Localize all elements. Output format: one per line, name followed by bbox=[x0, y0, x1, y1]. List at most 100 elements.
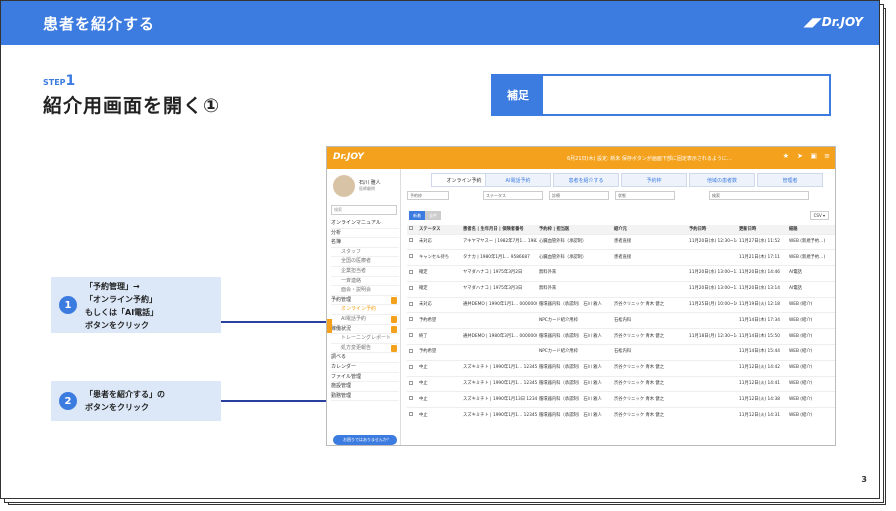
app-logo: Dr.JOY bbox=[333, 152, 364, 162]
sidebar-item[interactable]: 企業担当者 bbox=[331, 267, 399, 277]
table-cell: 通井DEMO | 1980年3月1… 000000001 bbox=[461, 328, 537, 345]
sidebar-item[interactable]: 予約管理 bbox=[331, 296, 399, 306]
filter-field[interactable]: 検索 bbox=[709, 191, 809, 200]
row-checkbox[interactable] bbox=[407, 249, 417, 266]
sidebar-toggle[interactable] bbox=[327, 319, 332, 333]
help-button[interactable]: お困りではありませんか？ bbox=[333, 435, 397, 445]
table-row[interactable]: 中止スズキミチト | 1990年1月1… 12345678循環器内科（承認制） … bbox=[407, 359, 835, 377]
filter-bar: 予約枠 ステータス 診療 状態 検索 bbox=[403, 191, 835, 200]
sidebar-item[interactable]: 面会・説明会 bbox=[331, 286, 399, 296]
callout-1-line: 「予約管理」→ bbox=[85, 282, 140, 291]
sidebar-item-label: 施設管理 bbox=[331, 383, 352, 390]
avatar bbox=[333, 175, 355, 197]
table-row[interactable]: キャンセル待ち タナカ | 1980年1月1… 9586687 心臓血管外科（承認制… bbox=[407, 249, 835, 266]
row-checkbox[interactable] bbox=[407, 344, 417, 361]
row-checkbox[interactable] bbox=[407, 265, 417, 282]
table-row[interactable]: 未対応アキヤマヤスー | 1982年7月1… 19820723心臓血管外科（承認… bbox=[407, 233, 835, 250]
main-panel: オンライン予約 AI電話予約 患者を紹介する 予約枠 他域の患者数 管理者 予約枠 ステータ… bbox=[403, 169, 835, 445]
column-header[interactable]: 経路 bbox=[787, 225, 835, 234]
sidebar-search-input[interactable]: 検索 bbox=[331, 205, 397, 215]
table-cell: スズキミチト | 1990年1月1… 12345678 bbox=[461, 375, 537, 392]
table-cell: ヤマダハナコ | 1975年3月3日 bbox=[461, 280, 537, 298]
star-icon[interactable]: ★ bbox=[783, 152, 789, 160]
sidebar-item[interactable]: 一斉連絡 bbox=[331, 277, 399, 287]
sidebar-item[interactable]: スタッフ bbox=[331, 248, 399, 258]
column-header[interactable]: 予約枠 | 担当医 bbox=[537, 225, 612, 234]
tab-all[interactable]: 全件 bbox=[425, 211, 441, 220]
filter-field[interactable]: 診療 bbox=[549, 191, 609, 200]
sidebar: 石川 雅人 医師顧問 検索 オンラインマニュアル 分析 名簿スタッフ 全国の医療者 企業… bbox=[327, 169, 401, 445]
sidebar-item-label: 企業担当者 bbox=[341, 267, 367, 274]
window-icon[interactable]: ▣ bbox=[810, 152, 817, 160]
tab-1[interactable]: AI電話予約 bbox=[485, 173, 551, 187]
table-cell: 11月27日(水) 11:52 bbox=[737, 233, 787, 250]
column-header[interactable]: 予約日時 bbox=[687, 225, 737, 234]
sidebar-item[interactable]: 勤務管理 bbox=[331, 392, 399, 402]
reservation-table: ステータス 患者名 | 生年月日 | 保険者番号 予約枠 | 担当医 紹介元 予約日時更… bbox=[407, 225, 835, 424]
table-row[interactable]: 確定 ヤマダハナコ | 1975年3月3日 無料外来 11月20日(水) 13:00~… bbox=[407, 280, 835, 298]
sidebar-item-label: オンライン予約 bbox=[341, 306, 377, 313]
sidebar-menu: オンラインマニュアル 分析 名簿スタッフ 全国の医療者 企業担当者一斉連絡 面会・説明会予… bbox=[331, 219, 399, 402]
row-checkbox[interactable] bbox=[407, 375, 417, 392]
sidebar-item-label: 名簿 bbox=[331, 239, 342, 246]
column-header[interactable]: 更新日時 bbox=[737, 225, 787, 234]
table-cell: WEB (紹介) bbox=[787, 296, 835, 313]
sidebar-item[interactable]: オンライン予約 bbox=[331, 305, 399, 315]
row-checkbox[interactable] bbox=[407, 233, 417, 250]
sidebar-item[interactable]: AI電話予約 bbox=[331, 315, 399, 325]
table-cell: WEB (紹介) bbox=[787, 359, 835, 377]
tab-2[interactable]: 患者を紹介する bbox=[553, 173, 619, 187]
sidebar-item[interactable]: 分析 bbox=[331, 229, 399, 239]
table-cell: 石松内科 bbox=[612, 312, 687, 329]
tab-new[interactable]: 新着 bbox=[409, 211, 425, 220]
row-checkbox[interactable] bbox=[407, 407, 417, 424]
hamburger-icon[interactable]: ≡ bbox=[824, 152, 830, 160]
filter-field[interactable]: 状態 bbox=[615, 191, 675, 200]
filter-field[interactable]: 予約枠 bbox=[407, 191, 449, 200]
sidebar-item[interactable]: 全国の医療者 bbox=[331, 257, 399, 267]
select-all-checkbox[interactable] bbox=[407, 225, 417, 234]
table-row[interactable]: 中止スズキミチト | 1990年1月1… 12345678循環器内科（承認制） … bbox=[407, 407, 835, 424]
column-header[interactable]: 患者名 | 生年月日 | 保険者番号 bbox=[461, 225, 537, 234]
sidebar-item[interactable]: トレーニングレポート bbox=[331, 334, 399, 344]
filter-field[interactable]: ステータス bbox=[483, 191, 543, 200]
user-profile[interactable]: 石川 雅人 医師顧問 bbox=[333, 175, 395, 205]
sidebar-item[interactable]: 施設管理 bbox=[331, 382, 399, 392]
tab-3[interactable]: 予約枠 bbox=[621, 173, 687, 187]
column-header[interactable]: 紹介元 bbox=[612, 225, 687, 234]
tab-4[interactable]: 他域の患者数 bbox=[689, 173, 755, 187]
row-checkbox[interactable] bbox=[407, 359, 417, 377]
table-row[interactable]: 終了 通井DEMO | 1980年3月1… 000000001 循環器内科（承認制）… bbox=[407, 328, 835, 345]
table-cell: 11月20日(水) 13:14 bbox=[737, 280, 787, 298]
table-row[interactable]: 未対応 通井DEMO | 1990年1月1… 000000001 循環器内科（承認制… bbox=[407, 296, 835, 313]
table-row[interactable]: 中止スズキミチト | 1990年1月1… 12345678循環器内科（承認制） … bbox=[407, 375, 835, 392]
sidebar-item[interactable]: 名簿 bbox=[331, 238, 399, 248]
tab-5[interactable]: 管理者 bbox=[757, 173, 823, 187]
table-cell: 心臓血管外科（承認制） bbox=[537, 249, 612, 266]
sidebar-item-label: カレンダー bbox=[331, 363, 357, 370]
sidebar-item[interactable]: カレンダー bbox=[331, 363, 399, 373]
csv-button[interactable]: CSV ▾ bbox=[809, 211, 829, 220]
sidebar-item[interactable]: 稼働状況 bbox=[331, 325, 399, 335]
send-icon[interactable]: ➤ bbox=[797, 152, 803, 160]
sidebar-item[interactable]: オンラインマニュアル bbox=[331, 219, 399, 229]
column-header[interactable]: ステータス bbox=[417, 225, 461, 234]
sidebar-item[interactable]: 調べる bbox=[331, 353, 399, 363]
table-row[interactable]: 予約希望 NPCカード紹介用枠 石松内科 11月14日(木) 17:34 WEB (紹介… bbox=[407, 312, 835, 329]
table-cell: 11月12日(火) 14:41 bbox=[737, 375, 787, 392]
table-cell: 11月14日(木) 17:34 bbox=[737, 312, 787, 329]
note-box: 補足 bbox=[491, 74, 831, 116]
row-checkbox[interactable] bbox=[407, 296, 417, 313]
table-row[interactable]: 中止スズキミチト | 1990年1月13日 12345678循環器内科（承認制）… bbox=[407, 391, 835, 408]
row-checkbox[interactable] bbox=[407, 280, 417, 298]
table-row[interactable]: 予約希望 NPCカード紹介用枠 石松内科 11月14日(木) 15:44 WEB (紹介… bbox=[407, 344, 835, 361]
table-cell: 11月20日(水) 13:00~13:30 bbox=[687, 280, 737, 298]
table-row[interactable]: 確定 ヤマダハナコ | 1975年3月2日 無料外来 11月20日(水) 13:00~… bbox=[407, 265, 835, 282]
sidebar-item[interactable]: ファイル管理 bbox=[331, 373, 399, 383]
app-banner: 6月21日(木) 設定: 新未 保存ボタンが画面下部に固定表示されるように… bbox=[567, 156, 732, 162]
row-checkbox[interactable] bbox=[407, 312, 417, 329]
sidebar-item[interactable]: 処方変更報告 bbox=[331, 344, 399, 354]
table-cell: スズキミチト | 1990年1月13日 12345678 bbox=[461, 391, 537, 408]
row-checkbox[interactable] bbox=[407, 328, 417, 345]
row-checkbox[interactable] bbox=[407, 391, 417, 408]
